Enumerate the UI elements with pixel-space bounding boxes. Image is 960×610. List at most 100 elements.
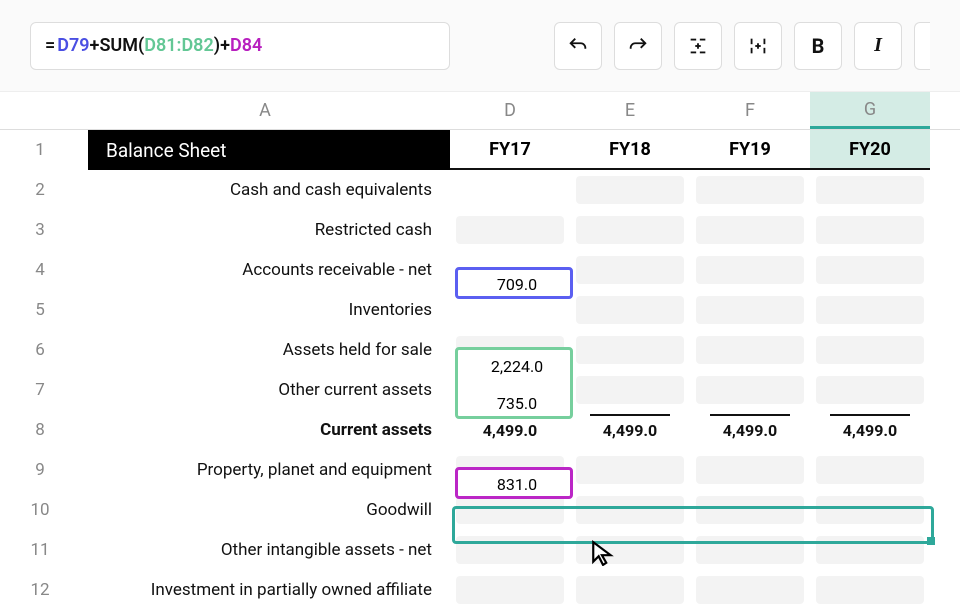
cell[interactable] (456, 496, 564, 524)
sheet-title[interactable]: Balance Sheet (88, 130, 450, 170)
more-button[interactable] (914, 22, 930, 70)
row-number: 10 (0, 500, 80, 520)
cell[interactable] (816, 456, 924, 484)
col-header-d[interactable]: D (450, 92, 570, 129)
table-row: 11Other intangible assets - net (0, 530, 960, 570)
row-label[interactable]: Current assets (80, 420, 450, 440)
cell[interactable] (576, 376, 684, 404)
cell[interactable] (456, 216, 564, 244)
cell[interactable] (816, 496, 924, 524)
cell[interactable] (576, 496, 684, 524)
cell[interactable] (696, 176, 804, 204)
col-header-a[interactable]: A (80, 92, 450, 129)
cell[interactable] (456, 256, 564, 284)
cell[interactable] (456, 376, 564, 404)
row-number: 12 (0, 580, 80, 600)
cell[interactable] (696, 536, 804, 564)
cell[interactable] (816, 176, 924, 204)
cell-value: 4,499.0 (723, 421, 777, 440)
cell[interactable] (816, 376, 924, 404)
cell[interactable]: 4,499.0 (816, 416, 924, 444)
row-number: 2 (0, 180, 80, 200)
row-number: 5 (0, 300, 80, 320)
cell[interactable] (696, 296, 804, 324)
cell-value: 4,499.0 (483, 421, 537, 440)
cell[interactable] (576, 176, 684, 204)
bold-button[interactable]: B (794, 22, 842, 70)
formula-equals: = (45, 35, 55, 56)
formula-ref-d79: D79 (57, 35, 89, 56)
cell[interactable] (696, 256, 804, 284)
fy18-header[interactable]: FY18 (570, 130, 690, 170)
table-row: 8Current assets4,499.04,499.04,499.04,49… (0, 410, 960, 450)
row-label[interactable]: Assets held for sale (80, 340, 450, 360)
formula-bar[interactable]: = D79 + SUM ( D81:D82 ) + D84 (30, 22, 450, 70)
cell[interactable] (576, 216, 684, 244)
cell[interactable] (696, 456, 804, 484)
cell[interactable]: 4,499.0 (456, 416, 564, 444)
header-row: 1 Balance Sheet FY17 FY18 FY19 FY20 (0, 130, 960, 170)
cell[interactable] (456, 456, 564, 484)
cell[interactable] (456, 176, 564, 204)
table-row: 12Investment in partially owned affiliat… (0, 570, 960, 610)
spreadsheet: A D E F G 1 Balance Sheet FY17 FY18 FY19… (0, 92, 960, 610)
cell[interactable] (576, 256, 684, 284)
insert-column-button[interactable] (734, 22, 782, 70)
redo-button[interactable] (614, 22, 662, 70)
formula-range: D81:D82 (144, 35, 214, 56)
undo-button[interactable] (554, 22, 602, 70)
row-label[interactable]: Goodwill (80, 500, 450, 520)
cell[interactable] (456, 536, 564, 564)
cell[interactable] (576, 336, 684, 364)
cell[interactable]: 4,499.0 (576, 416, 684, 444)
table-row: 2Cash and cash equivalents (0, 170, 960, 210)
table-row: 3Restricted cash (0, 210, 960, 250)
row-label[interactable]: Restricted cash (80, 220, 450, 240)
row-number: 1 (0, 140, 80, 160)
row-number: 4 (0, 260, 80, 280)
formula-fn-sum: SUM (99, 35, 138, 56)
row-label[interactable]: Inventories (80, 300, 450, 320)
formula-ref-d84: D84 (230, 35, 262, 56)
table-row: 9Property, planet and equipment (0, 450, 960, 490)
col-header-f[interactable]: F (690, 92, 810, 129)
cursor-icon (590, 540, 616, 566)
insert-column-icon (747, 35, 769, 57)
row-label[interactable]: Cash and cash equivalents (80, 180, 450, 200)
italic-button[interactable]: I (854, 22, 902, 70)
col-header-e[interactable]: E (570, 92, 690, 129)
cell[interactable] (696, 336, 804, 364)
row-label[interactable]: Other intangible assets - net (80, 540, 450, 560)
row-label[interactable]: Other current assets (80, 380, 450, 400)
fy17-header[interactable]: FY17 (450, 130, 570, 170)
cell[interactable] (816, 536, 924, 564)
column-headers: A D E F G (0, 92, 960, 130)
redo-icon (627, 35, 649, 57)
formula-plus: + (90, 35, 100, 56)
formula-plus2: + (220, 35, 230, 56)
cell[interactable] (456, 336, 564, 364)
toolbar: = D79 + SUM ( D81:D82 ) + D84 B I (0, 0, 960, 92)
cell[interactable] (576, 296, 684, 324)
undo-icon (567, 35, 589, 57)
col-header-g[interactable]: G (810, 92, 930, 129)
row-label[interactable]: Property, planet and equipment (80, 460, 450, 480)
table-row: 6Assets held for sale (0, 330, 960, 370)
cell[interactable] (816, 336, 924, 364)
cell[interactable] (576, 456, 684, 484)
cell[interactable] (696, 216, 804, 244)
cell[interactable] (696, 496, 804, 524)
insert-row-button[interactable] (674, 22, 722, 70)
cell[interactable]: 4,499.0 (696, 416, 804, 444)
cell[interactable] (696, 376, 804, 404)
row-number: 11 (0, 540, 80, 560)
cell[interactable] (456, 296, 564, 324)
fy19-header[interactable]: FY19 (690, 130, 810, 170)
table-row: 10Goodwill (0, 490, 960, 530)
fy20-header[interactable]: FY20 (810, 130, 930, 170)
row-label[interactable]: Accounts receivable - net (80, 260, 450, 280)
cell[interactable] (816, 256, 924, 284)
cell[interactable] (816, 296, 924, 324)
cell[interactable] (816, 216, 924, 244)
row-label[interactable]: Investment in partially owned affiliate (80, 580, 450, 600)
